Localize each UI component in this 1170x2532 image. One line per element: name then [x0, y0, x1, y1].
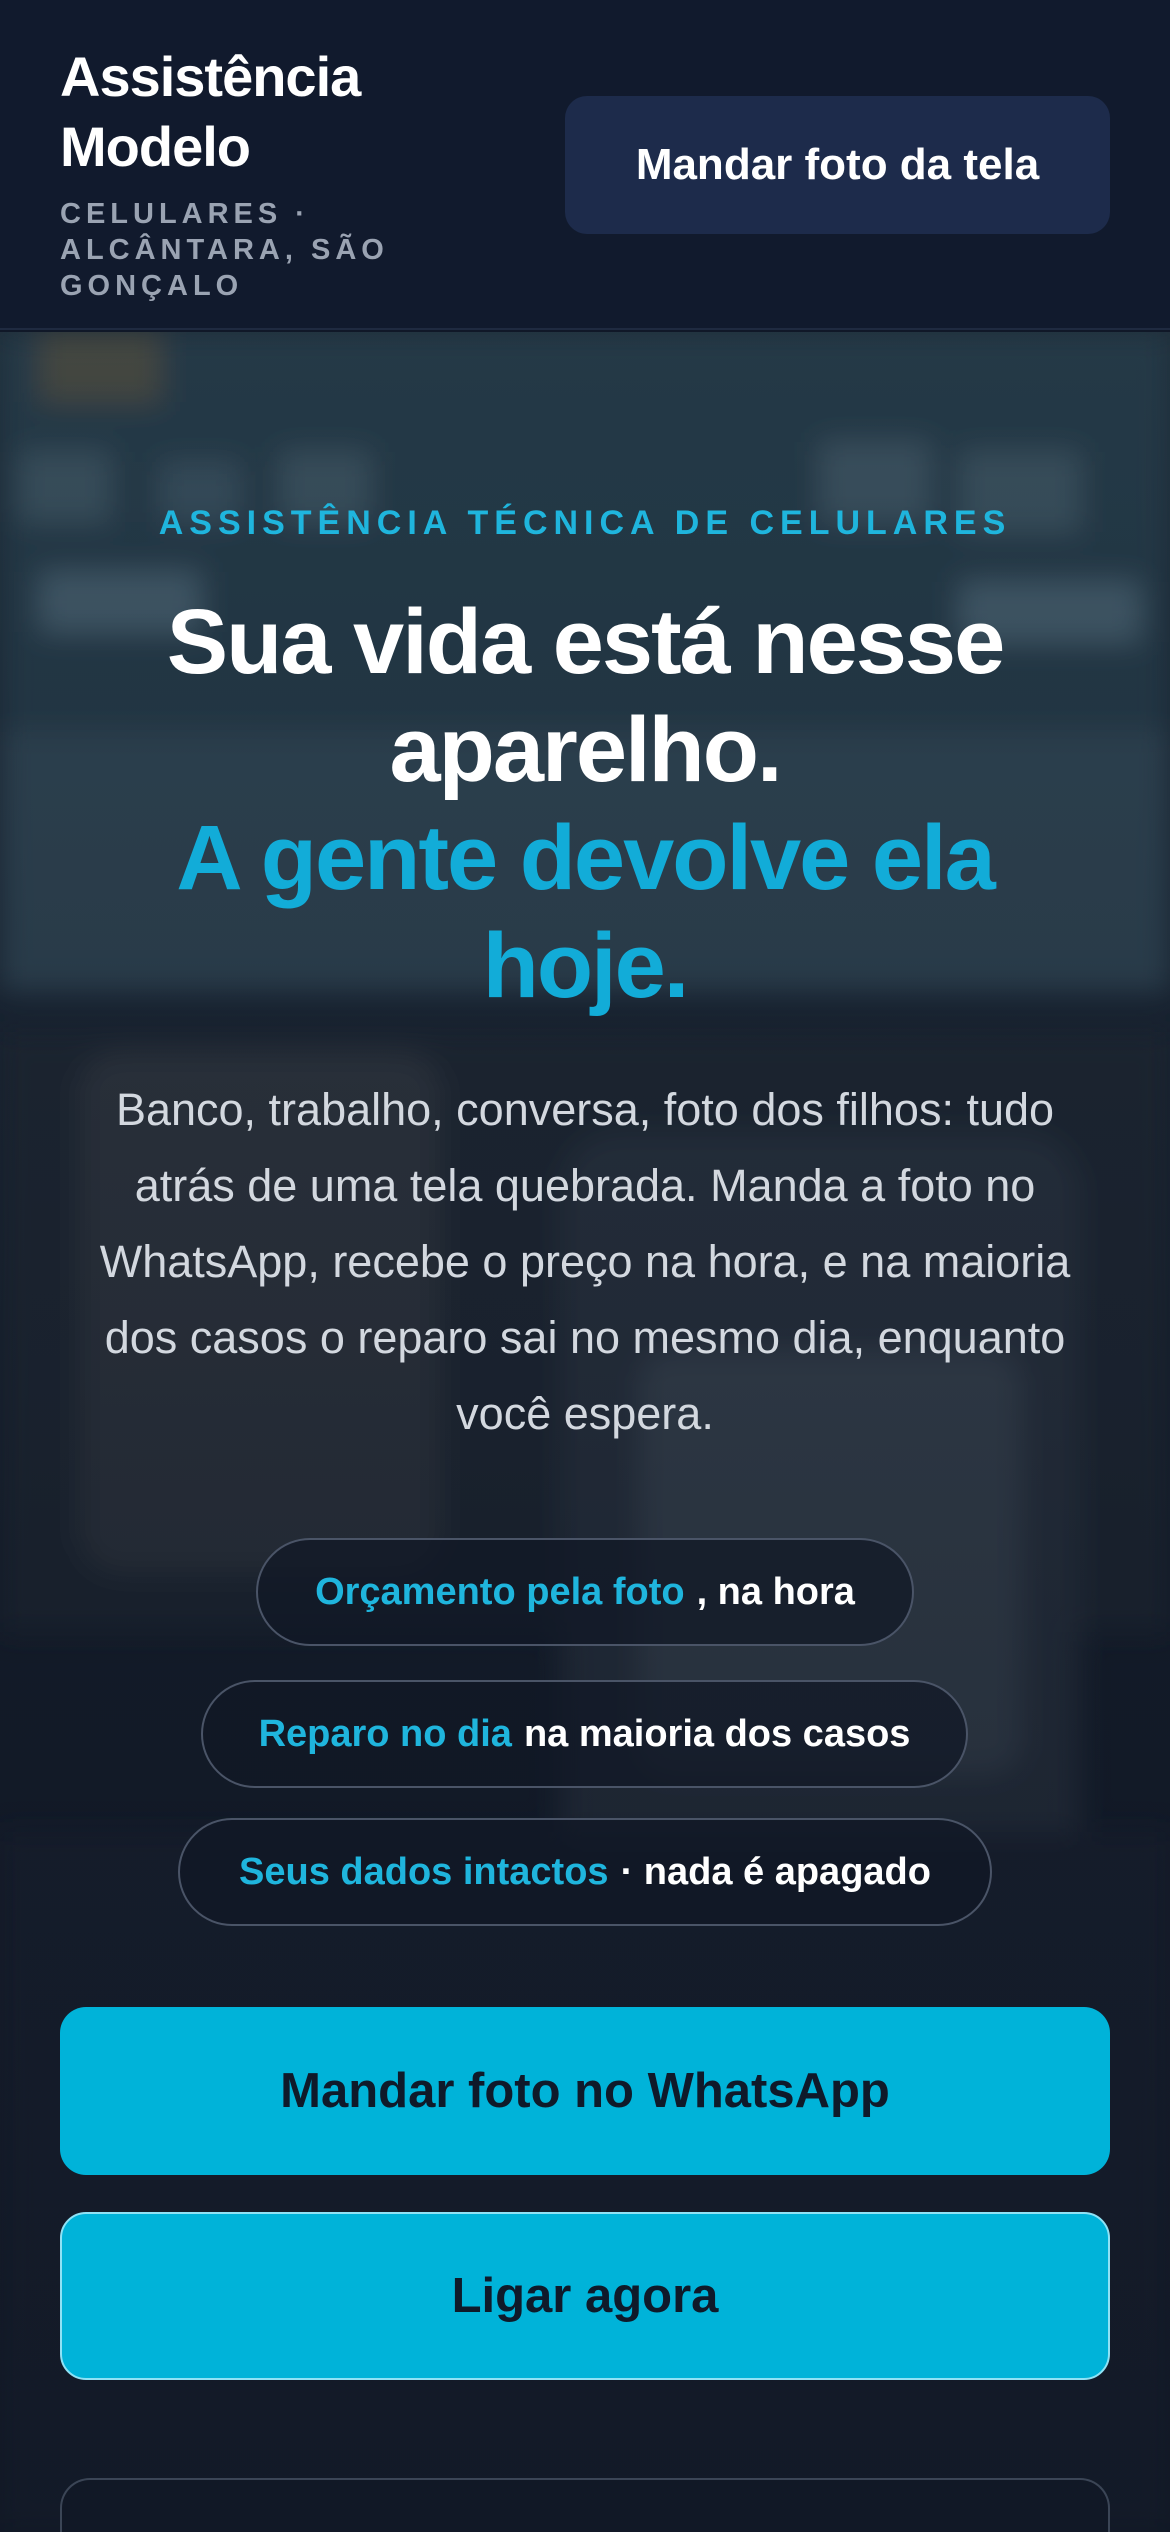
headline-accent: A gente devolve ela hoje.: [176, 807, 996, 1017]
feature-pill-data-safe: Seus dados intactos · nada é apagado: [178, 1818, 992, 1926]
site-header: Assistência Modelo CELULARES · ALCÂNTARA…: [0, 0, 1170, 330]
hero-section: ASSISTÊNCIA TÉCNICA DE CELULARES Sua vid…: [0, 332, 1170, 2532]
pill-highlight: Orçamento pela foto: [315, 1570, 685, 1613]
brand-name: Assistência Modelo: [60, 45, 361, 178]
pill-highlight: Reparo no dia: [258, 1712, 512, 1755]
hero-headline: Sua vida está nesse aparelho. A gente de…: [80, 588, 1090, 1020]
pill-text: · nada é apagado: [620, 1850, 931, 1893]
whatsapp-photo-button[interactable]: Mandar foto no WhatsApp: [60, 2007, 1110, 2175]
hero-eyebrow: ASSISTÊNCIA TÉCNICA DE CELULARES: [158, 504, 1012, 542]
brand-block[interactable]: Assistência Modelo CELULARES · ALCÂNTARA…: [60, 42, 420, 304]
headline-primary: Sua vida está nesse aparelho.: [166, 591, 1006, 801]
pill-highlight: Seus dados intactos: [239, 1850, 609, 1893]
call-now-button[interactable]: Ligar agora: [60, 2212, 1110, 2380]
brand-subtitle: CELULARES · ALCÂNTARA, SÃO GONÇALO: [60, 198, 389, 302]
next-section-card: [60, 2478, 1110, 2532]
pill-text: , na hora: [696, 1570, 855, 1613]
feature-pill-quote: Orçamento pela foto , na hora: [256, 1538, 914, 1646]
page: Assistência Modelo CELULARES · ALCÂNTARA…: [0, 0, 1170, 2532]
hero-description: Banco, trabalho, conversa, foto dos filh…: [99, 1084, 1071, 1439]
feature-pill-same-day: Reparo no dia na maioria dos casos: [201, 1680, 968, 1788]
pill-text: na maioria dos casos: [523, 1712, 911, 1755]
send-screen-photo-button[interactable]: Mandar foto da tela: [565, 96, 1110, 234]
